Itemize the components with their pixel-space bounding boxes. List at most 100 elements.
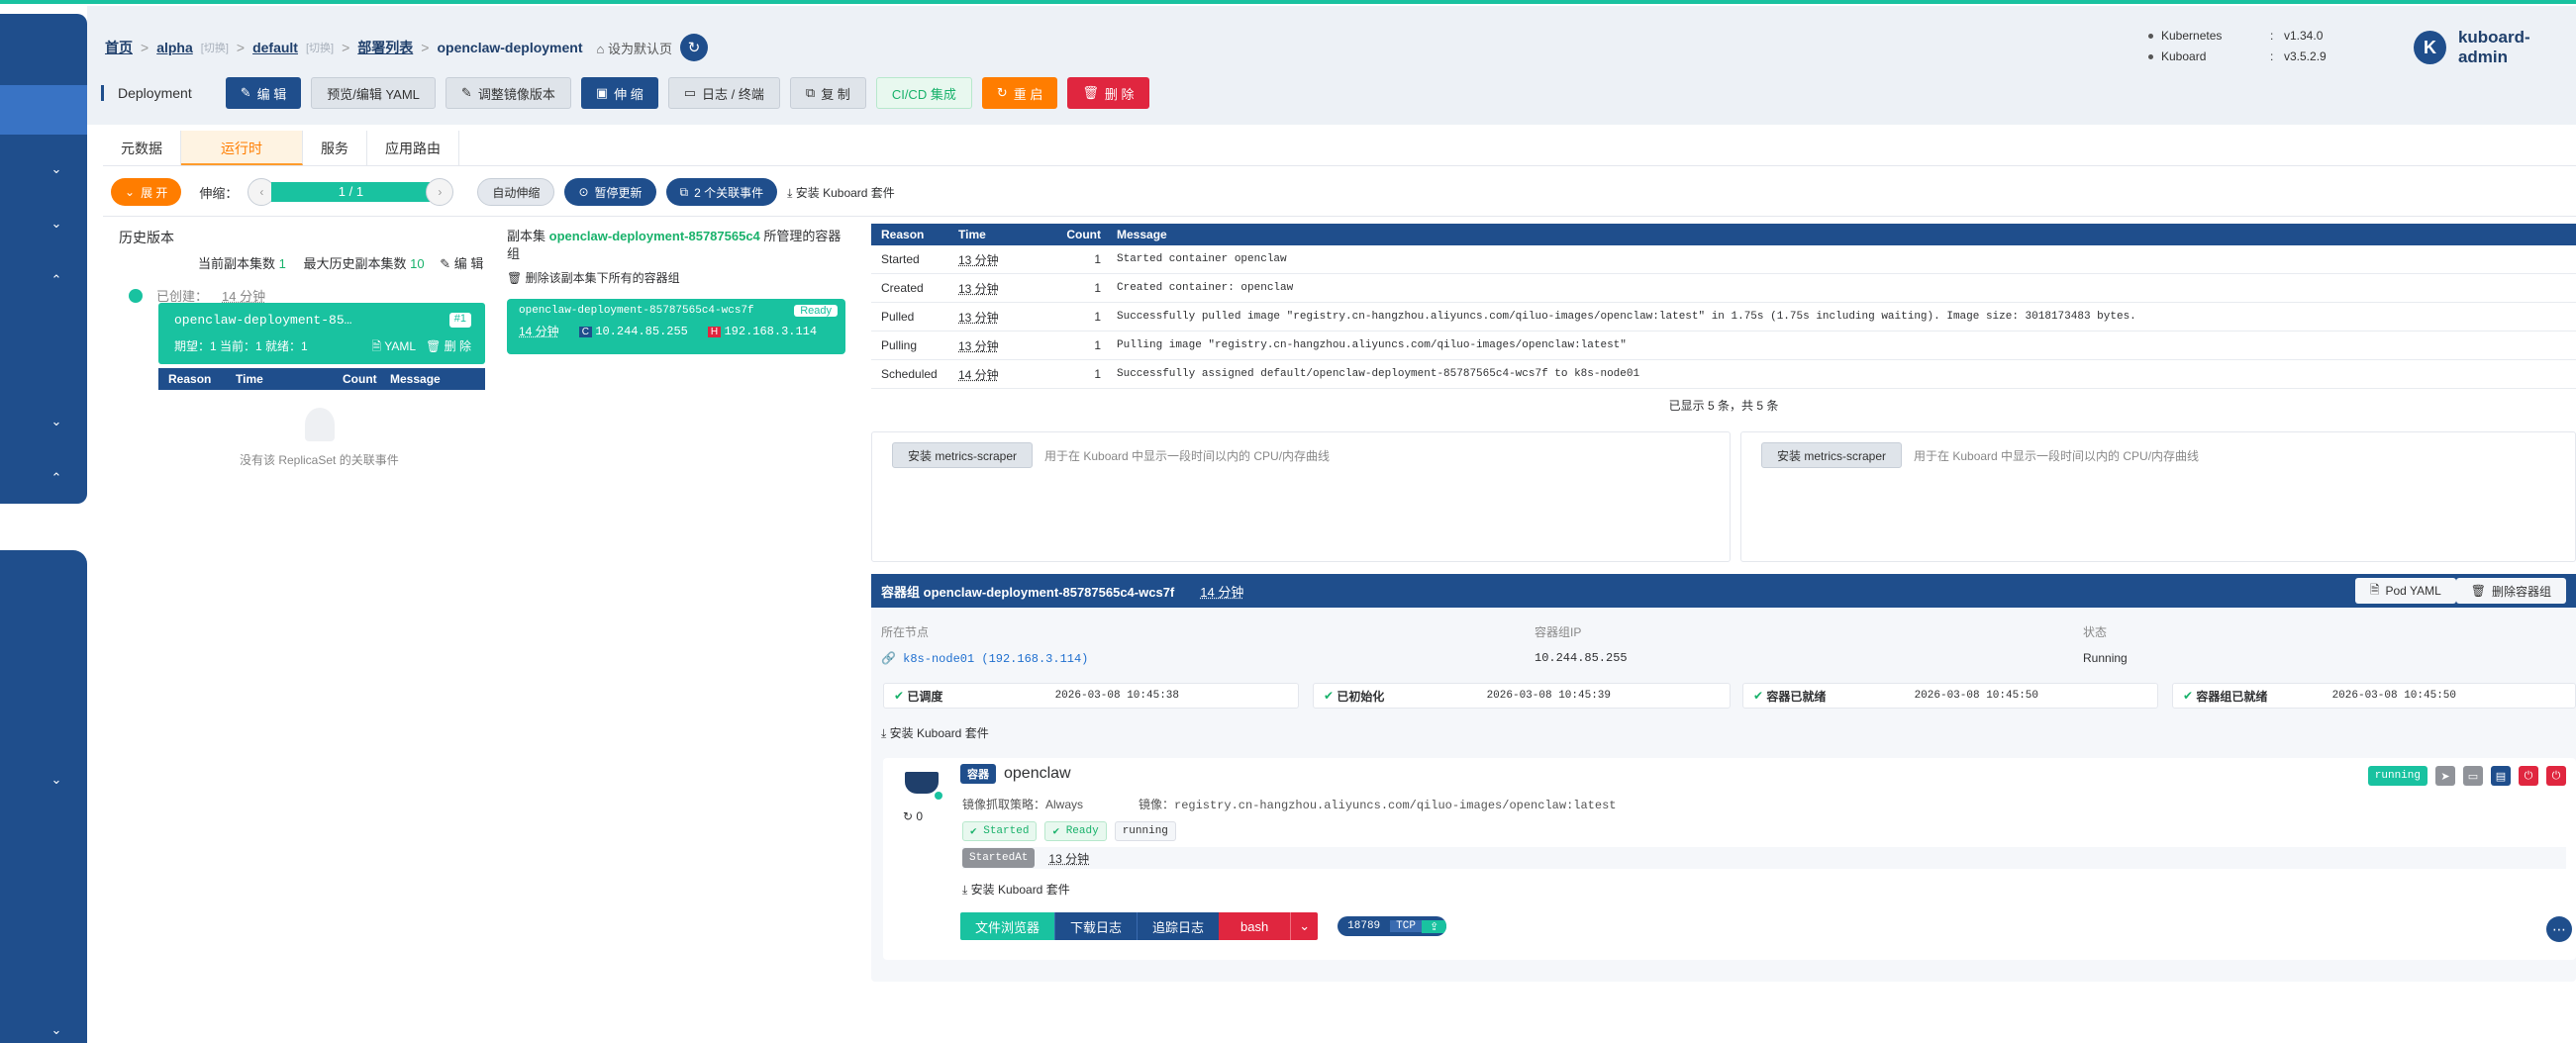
chevron-down-icon[interactable]: ⌄ [50,773,63,787]
chevron-up-icon[interactable]: ⌃ [50,471,63,485]
logs-terminal-button[interactable]: ▭ 日志 / 终端 [667,77,780,109]
delete-all-pods-link[interactable]: 🗑 删除该副本集下所有的容器组 [507,269,853,286]
refresh-icon[interactable]: ↻ [680,34,708,61]
install-metrics-scraper-button[interactable]: 安装 metrics-scraper [1761,442,1903,468]
cluster-switch-link[interactable]: [切换] [201,40,229,55]
pod-ip-label: 容器组IP [1535,625,1582,639]
sidebar-highlight-item[interactable] [0,85,87,135]
pod-ready-badge: Ready [794,305,838,317]
events-header: Reason Time Count Message [871,224,2576,245]
chevron-down-icon[interactable]: ⌄ [50,162,63,176]
home-icon: ⌂ [596,41,605,56]
host-ip-badge: H [707,327,722,337]
bullet-icon [2148,34,2153,40]
cicd-button[interactable]: CI/CD 集成 [875,77,972,109]
container-tag: 容器 [960,764,996,784]
pencil-icon: ✎ [440,256,451,271]
sidebar: ⌄ ⌄ ⌃ ⌄ ⌃ ⌄ ⌄ [0,6,87,1043]
tab-runtime[interactable]: 运行时 [181,131,303,165]
pull-policy: 镜像抓取策略：Always [962,798,1084,811]
user-menu[interactable]: K kuboard-admin [2414,28,2576,67]
state-ready-label: Ready [1065,825,1099,837]
node-label: 所在节点 [881,625,930,639]
pod-status-label: 状态 [2083,625,2108,639]
replicaset-delete-link[interactable]: 🗑 删 除 [426,337,471,358]
delete-pod-button[interactable]: 🗑 删除容器组 [2455,578,2566,604]
breadcrumb-home[interactable]: 首页 [105,38,133,57]
chevron-down-icon[interactable]: ⌄ [50,1023,63,1037]
expand-button[interactable]: ⌄ 展 开 [111,178,182,206]
breadcrumb-workloads[interactable]: 部署列表 [357,38,413,57]
pod-card[interactable]: openclaw-deployment-85787565c4-wcs7f Rea… [507,299,845,354]
container-states: ✔ Started ✔ Ready running [962,821,1176,841]
kuboard-logo-icon: K [2414,31,2446,64]
replicaset-yaml-link[interactable]: 🗎 YAML [372,337,417,358]
bash-button[interactable]: bash [1219,912,1291,940]
pod-install-suite-link[interactable]: ⤓ 安装 Kuboard 套件 [881,724,989,741]
breadcrumb-namespace[interactable]: default [252,40,298,55]
power-icon[interactable]: ⏻ [2519,766,2538,786]
port-forward-icon[interactable]: ⇪ [1421,919,1447,933]
chevron-up-icon[interactable]: ⌃ [50,273,63,287]
started-at-value: 13 分钟 [1048,851,1090,866]
pause-update-button[interactable]: ⊙ 暂停更新 [564,178,656,206]
events-table: Reason Time Count Message Started 13 分钟 … [871,224,2576,414]
shell-dropdown-chevron-icon[interactable]: ⌄ [1290,912,1319,940]
breadcrumb-separator: > [141,40,149,55]
node-link[interactable]: 🔗 k8s-node01 (192.168.3.114) [881,651,1088,666]
monitor-icon[interactable]: ▭ [2463,766,2483,786]
preview-yaml-button[interactable]: 预览/编辑 YAML [311,77,436,109]
condition-label: 容器组已就绪 [2196,689,2268,704]
file-browser-button[interactable]: 文件浏览器 [960,912,1055,940]
more-icon[interactable]: ⋯ [2546,916,2572,942]
document-icon[interactable]: ▤ [2491,766,2511,786]
download-logs-button[interactable]: 下载日志 [1054,912,1138,940]
pod-yaml-button[interactable]: 🗎 Pod YAML [2354,578,2456,604]
event-time: 13 分钟 [958,252,999,267]
event-reason: Pulled [881,310,915,324]
pause-update-label: 暂停更新 [594,185,643,200]
tab-service[interactable]: 服务 [303,131,367,165]
breadcrumb-cluster[interactable]: alpha [156,40,193,55]
download-icon: ⤓ [881,726,887,740]
delete-button[interactable]: 🗑 删 除 [1067,77,1149,109]
event-message: Started container openclaw [1117,253,1287,265]
replicaset-card[interactable]: openclaw-deployment-85… #1 期望：1 当前：1 就绪：… [158,303,485,364]
event-count: 1 [1094,367,1101,381]
related-events-button[interactable]: ⧉ 2 个关联事件 [665,178,778,206]
restart-button[interactable]: ↻ 重 启 [981,77,1058,109]
divider [103,216,2576,217]
container-install-suite-link[interactable]: ⤓ 安装 Kuboard 套件 [962,881,1070,898]
current-replicasets-label: 当前副本集数 [198,256,276,271]
delete-label: 删 除 [1104,86,1135,102]
replica-stepper[interactable]: ‹ 1 / 1 › [248,178,454,206]
autoscale-button[interactable]: 自动伸缩 [477,178,555,206]
container-running-dot-icon [935,792,942,800]
edit-button[interactable]: ✎ 编 辑 [225,77,302,109]
namespace-switch-link[interactable]: [切换] [306,40,334,55]
monitor-icon: ▭ [683,85,697,100]
send-icon[interactable]: ➤ [2435,766,2455,786]
tab-metadata[interactable]: 元数据 [103,131,181,165]
copy-button[interactable]: ⧉ 复 制 [789,77,866,109]
install-metrics-scraper-button[interactable]: 安装 metrics-scraper [892,442,1034,468]
install-suite-link[interactable]: ⤓ 安装 Kuboard 套件 [787,184,895,201]
increase-icon[interactable]: › [426,178,454,206]
chevron-down-icon[interactable]: ⌄ [50,415,63,428]
adjust-image-button[interactable]: ✎ 调整镜像版本 [445,77,571,109]
header-reason: Reason [168,372,212,386]
event-time: 14 分钟 [958,367,999,382]
history-edit-link[interactable]: ✎ 编 辑 [440,256,483,271]
scale-button[interactable]: ▣ 伸 缩 [580,77,658,109]
pencil-icon: ✎ [460,85,472,100]
condition-time: 2026-03-08 10:45:38 [1054,690,1179,702]
condition-scheduled: ✔ 已调度 2026-03-08 10:45:38 [883,683,1299,709]
current-replicasets-value: 1 [278,256,286,271]
stop-icon[interactable]: ⏻ [2546,766,2566,786]
set-default-page-link[interactable]: ⌂ 设为默认页 [597,39,673,57]
chevron-down-icon[interactable]: ⌄ [50,217,63,231]
restart-icon: ↻ [903,809,914,823]
check-circle-icon: ✔ [894,689,905,703]
tab-ingress[interactable]: 应用路由 [367,131,459,165]
tail-logs-button[interactable]: 追踪日志 [1137,912,1220,940]
